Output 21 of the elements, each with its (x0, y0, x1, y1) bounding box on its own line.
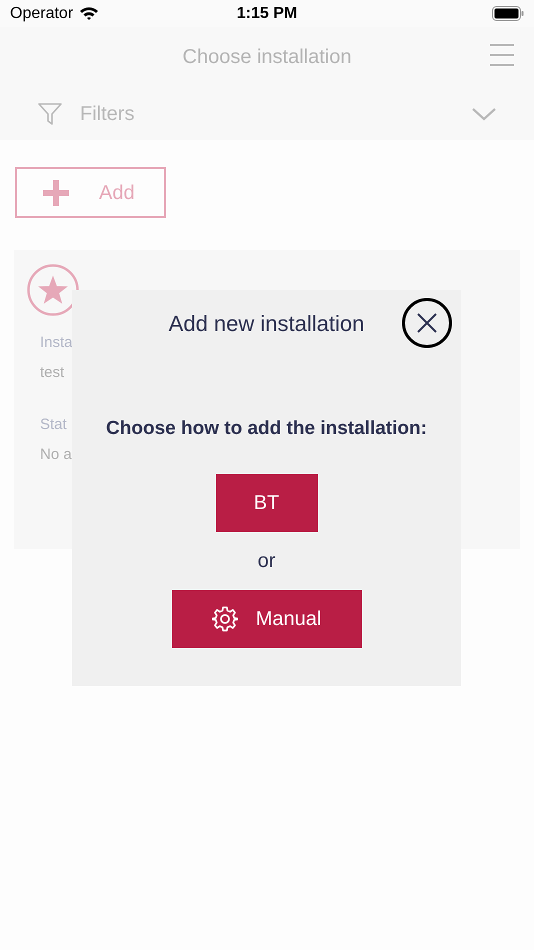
dialog-title: Add new installation (168, 310, 364, 338)
clock-time: 1:15 PM (236, 4, 298, 24)
dialog-prompt: Choose how to add the installation: (106, 417, 427, 441)
battery-icon (492, 6, 524, 21)
screen-title: Choose installation (182, 45, 352, 70)
gear-icon (212, 606, 238, 632)
menu-icon[interactable] (490, 44, 514, 66)
filter-icon (38, 102, 62, 124)
wifi-icon (79, 6, 100, 21)
field-value: No a (40, 445, 72, 465)
field-label: Insta (40, 333, 73, 353)
field-value: test (40, 363, 64, 383)
plus-icon (43, 180, 69, 206)
separator-text: or (258, 548, 276, 574)
bt-button[interactable]: BT (216, 474, 318, 532)
close-icon (417, 313, 437, 333)
manual-button[interactable]: Manual (172, 590, 362, 648)
close-button[interactable] (402, 298, 452, 348)
filters-label: Filters (80, 102, 136, 126)
field-label: Stat (40, 415, 67, 435)
carrier-name: Operator (10, 4, 74, 24)
